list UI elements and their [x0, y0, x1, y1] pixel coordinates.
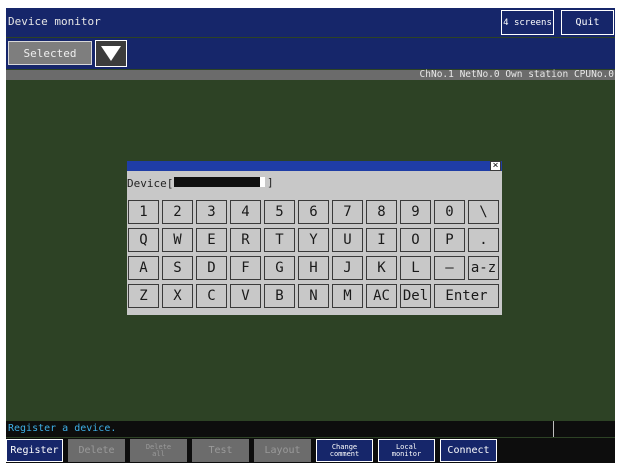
key-l[interactable]: L: [400, 256, 431, 280]
key-p[interactable]: P: [434, 228, 465, 252]
key-enter[interactable]: Enter: [434, 284, 499, 308]
local-monitor-button[interactable]: Local monitor: [378, 439, 435, 462]
key-a-z[interactable]: a-z: [468, 256, 499, 280]
key-6[interactable]: 6: [298, 200, 329, 224]
key-a[interactable]: A: [128, 256, 159, 280]
key-w[interactable]: W: [162, 228, 193, 252]
device-keypad-dialog: × Device[ ] 1 2 3 4 5 6 7 8 9 0 \ Q W E R T Y U I O P. A S D F G H…: [127, 161, 502, 315]
device-monitor-screen: Device monitor 4 screens Quit Selected C…: [6, 8, 615, 463]
delete-button[interactable]: Delete: [68, 439, 125, 462]
keypad-grid: 1 2 3 4 5 6 7 8 9 0 \ Q W E R T Y U I O P. A S D F G H J K L — a-z Z X C V B…: [128, 200, 500, 313]
key-e[interactable]: E: [196, 228, 227, 252]
key-j[interactable]: J: [332, 256, 363, 280]
key-del[interactable]: Del: [400, 284, 431, 308]
key-period[interactable]: .: [468, 228, 499, 252]
key-i[interactable]: I: [366, 228, 397, 252]
status-divider: [553, 421, 554, 437]
triangle-down-icon: [101, 46, 121, 61]
key-f[interactable]: F: [230, 256, 261, 280]
dialog-title-bar: ×: [127, 161, 502, 171]
key-u[interactable]: U: [332, 228, 363, 252]
key-m[interactable]: M: [332, 284, 363, 308]
key-9[interactable]: 9: [400, 200, 431, 224]
key-k[interactable]: K: [366, 256, 397, 280]
key-t[interactable]: T: [264, 228, 295, 252]
text-cursor: [260, 177, 265, 187]
key-v[interactable]: V: [230, 284, 261, 308]
title-bar: Device monitor 4 screens Quit: [6, 8, 615, 37]
key-q[interactable]: Q: [128, 228, 159, 252]
key-5[interactable]: 5: [264, 200, 295, 224]
key-backslash[interactable]: \: [468, 200, 499, 224]
close-icon[interactable]: ×: [490, 161, 501, 171]
delete-all-button[interactable]: Delete all: [130, 439, 187, 462]
key-2[interactable]: 2: [162, 200, 193, 224]
bottom-button-bar: Register Delete Delete all Test Layout Change…: [6, 438, 615, 463]
four-screens-button[interactable]: 4 screens: [501, 10, 554, 35]
quit-button[interactable]: Quit: [561, 10, 614, 35]
window-title: Device monitor: [8, 15, 101, 28]
key-ac[interactable]: AC: [366, 284, 397, 308]
key-h[interactable]: H: [298, 256, 329, 280]
layout-button[interactable]: Layout: [254, 439, 311, 462]
device-input[interactable]: [174, 177, 264, 187]
key-y[interactable]: Y: [298, 228, 329, 252]
key-7[interactable]: 7: [332, 200, 363, 224]
key-d[interactable]: D: [196, 256, 227, 280]
key-x[interactable]: X: [162, 284, 193, 308]
key-r[interactable]: R: [230, 228, 261, 252]
key-n[interactable]: N: [298, 284, 329, 308]
key-z[interactable]: Z: [128, 284, 159, 308]
connect-button[interactable]: Connect: [440, 439, 497, 462]
device-close-bracket: ]: [267, 176, 274, 189]
key-o[interactable]: O: [400, 228, 431, 252]
key-s[interactable]: S: [162, 256, 193, 280]
dropdown-button[interactable]: [95, 40, 127, 67]
status-message: Register a device.: [8, 423, 117, 434]
key-8[interactable]: 8: [366, 200, 397, 224]
key-3[interactable]: 3: [196, 200, 227, 224]
selection-row: Selected: [6, 38, 615, 69]
key-1[interactable]: 1: [128, 200, 159, 224]
key-b[interactable]: B: [264, 284, 295, 308]
test-button[interactable]: Test: [192, 439, 249, 462]
key-c[interactable]: C: [196, 284, 227, 308]
key-dash[interactable]: —: [434, 256, 465, 280]
selection-mode-field[interactable]: Selected: [8, 41, 92, 65]
station-info-bar: ChNo.1 NetNo.0 Own station CPUNo.0: [6, 69, 615, 80]
key-0[interactable]: 0: [434, 200, 465, 224]
device-label: Device[: [127, 177, 174, 190]
change-comment-button[interactable]: Change comment: [316, 439, 373, 462]
station-info-text: ChNo.1 NetNo.0 Own station CPUNo.0: [419, 69, 614, 80]
key-g[interactable]: G: [264, 256, 295, 280]
register-button[interactable]: Register: [6, 439, 63, 462]
status-bar: Register a device.: [6, 421, 615, 437]
key-4[interactable]: 4: [230, 200, 261, 224]
